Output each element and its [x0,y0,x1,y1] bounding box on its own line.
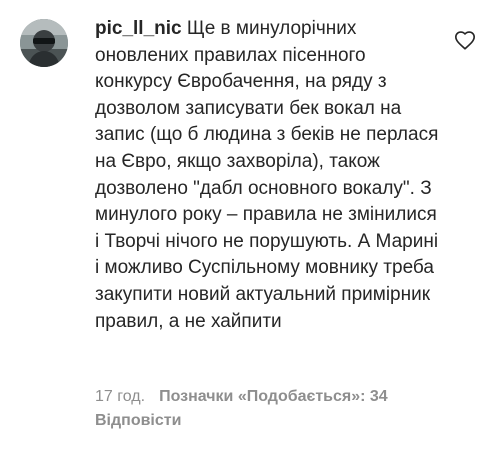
avatar[interactable] [20,19,68,67]
avatar-image [20,19,68,67]
comment-text: Ще в минулорічних оновлених правилах піс… [95,18,439,332]
heart-outline-icon [455,31,475,50]
comment-username[interactable]: pic_ll_nic [95,18,182,39]
comment-time[interactable]: 17 год. [95,388,145,405]
comment-meta: 17 год. Позначки «Подобається»: 34 Відпов… [95,385,455,433]
comment-likes[interactable]: Позначки «Подобається»: 34 [159,388,388,405]
like-button[interactable] [454,30,476,52]
comment: pic_ll_nic Ще в минулорічних оновлених п… [0,0,493,457]
reply-button[interactable]: Відповісти [95,412,181,429]
comment-body: pic_ll_nic Ще в минулорічних оновлених п… [95,16,445,335]
